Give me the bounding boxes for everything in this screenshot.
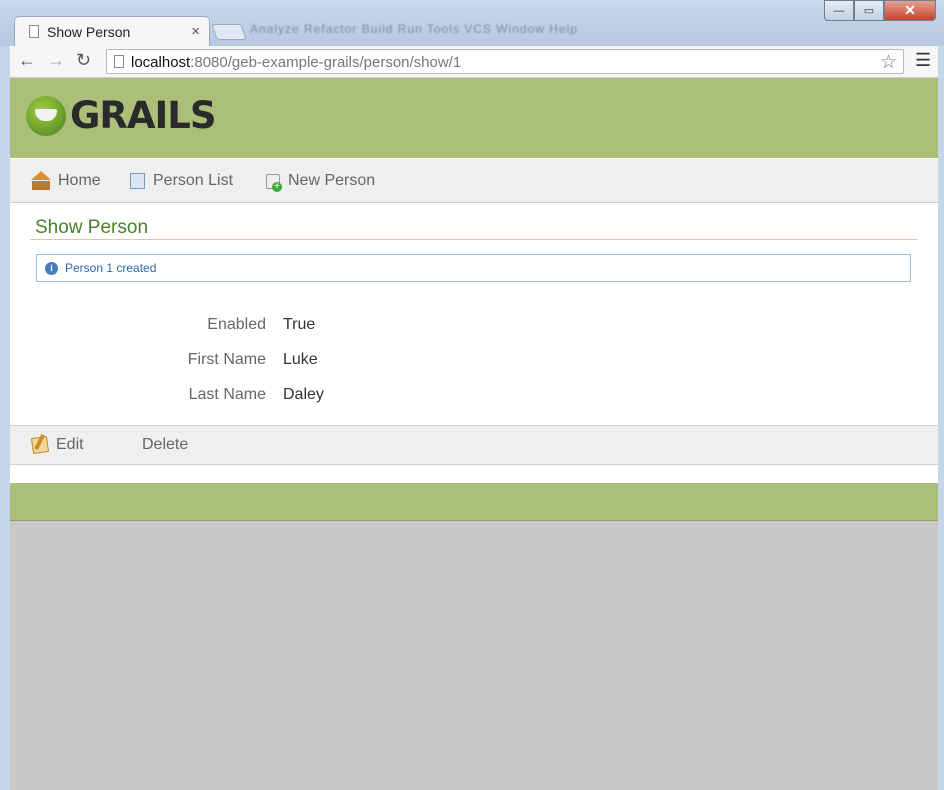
- message-text: Person 1 created: [65, 261, 157, 275]
- page-title: Show Person: [35, 217, 149, 238]
- site-footer: [10, 483, 938, 521]
- url-text: localhost:8080/geb-example-grails/person…: [131, 54, 462, 71]
- property-value: True: [283, 316, 316, 333]
- info-icon: i: [45, 262, 58, 275]
- menu-icon[interactable]: ☰: [915, 50, 931, 71]
- show-person-content: Show Person i Person 1 created Enabled T…: [10, 203, 938, 425]
- page-icon: [29, 25, 39, 38]
- new-icon: [266, 173, 282, 192]
- property-label: First Name: [187, 351, 266, 368]
- property-value: Luke: [283, 351, 318, 368]
- window-controls: — ▭ ✕: [824, 0, 936, 22]
- status-message: i Person 1 created: [36, 254, 911, 282]
- grails-logo[interactable]: GRAILS: [26, 94, 216, 137]
- forward-arrow-icon[interactable]: →: [47, 50, 65, 71]
- close-window-button[interactable]: ✕: [884, 0, 936, 21]
- title-divider: [30, 239, 917, 240]
- window-frame-right: [938, 46, 944, 790]
- reload-icon[interactable]: ↻: [76, 50, 91, 71]
- minimize-button[interactable]: —: [824, 0, 854, 21]
- grails-logo-icon: [26, 95, 66, 136]
- tab-title: Show Person: [47, 24, 131, 40]
- browser-toolbar: ← → ↻ localhost:8080/geb-example-grails/…: [10, 46, 938, 78]
- list-icon: [130, 173, 145, 189]
- property-enabled: Enabled True: [10, 316, 510, 336]
- site-header: GRAILS: [10, 78, 938, 158]
- window-frame-left: [0, 46, 10, 790]
- delete-label: Delete: [142, 436, 189, 453]
- background-window-menu: Analyze Refactor Build Run Tools VCS Win…: [250, 22, 578, 36]
- nav-new-person-label: New Person: [288, 172, 376, 189]
- browser-tab[interactable]: Show Person ×: [14, 16, 210, 46]
- nav-home-label: Home: [58, 172, 101, 189]
- home-icon: [31, 171, 51, 190]
- nav-new-person-link[interactable]: New Person: [266, 172, 376, 192]
- property-label: Last Name: [188, 386, 266, 403]
- nav-person-list-label: Person List: [153, 172, 234, 189]
- back-arrow-icon[interactable]: ←: [18, 50, 36, 71]
- bookmark-star-icon[interactable]: ☆: [880, 51, 897, 74]
- maximize-button[interactable]: ▭: [854, 0, 884, 21]
- page-icon: [114, 55, 124, 68]
- nav-bar: Home Person List New Person: [10, 158, 938, 203]
- delete-button[interactable]: Delete: [142, 436, 188, 454]
- logo-text: GRAILS: [70, 94, 216, 137]
- property-label: Enabled: [207, 316, 266, 333]
- nav-home-link[interactable]: Home: [31, 171, 101, 190]
- edit-button[interactable]: Edit: [30, 435, 84, 455]
- action-buttons: Edit Delete: [10, 425, 938, 465]
- nav-person-list-link[interactable]: Person List: [130, 172, 233, 190]
- close-tab-icon[interactable]: ×: [191, 23, 200, 40]
- page: GRAILS Home Person List New Person Show …: [10, 78, 938, 790]
- address-bar[interactable]: localhost:8080/geb-example-grails/person…: [106, 49, 904, 74]
- edit-icon: [30, 435, 50, 455]
- property-last-name: Last Name Daley: [10, 386, 510, 406]
- edit-label: Edit: [56, 436, 84, 453]
- window-titlebar: Analyze Refactor Build Run Tools VCS Win…: [0, 0, 944, 46]
- new-tab-button[interactable]: [211, 24, 247, 40]
- content-spacer: [10, 465, 938, 483]
- property-first-name: First Name Luke: [10, 351, 510, 371]
- property-value: Daley: [283, 386, 324, 403]
